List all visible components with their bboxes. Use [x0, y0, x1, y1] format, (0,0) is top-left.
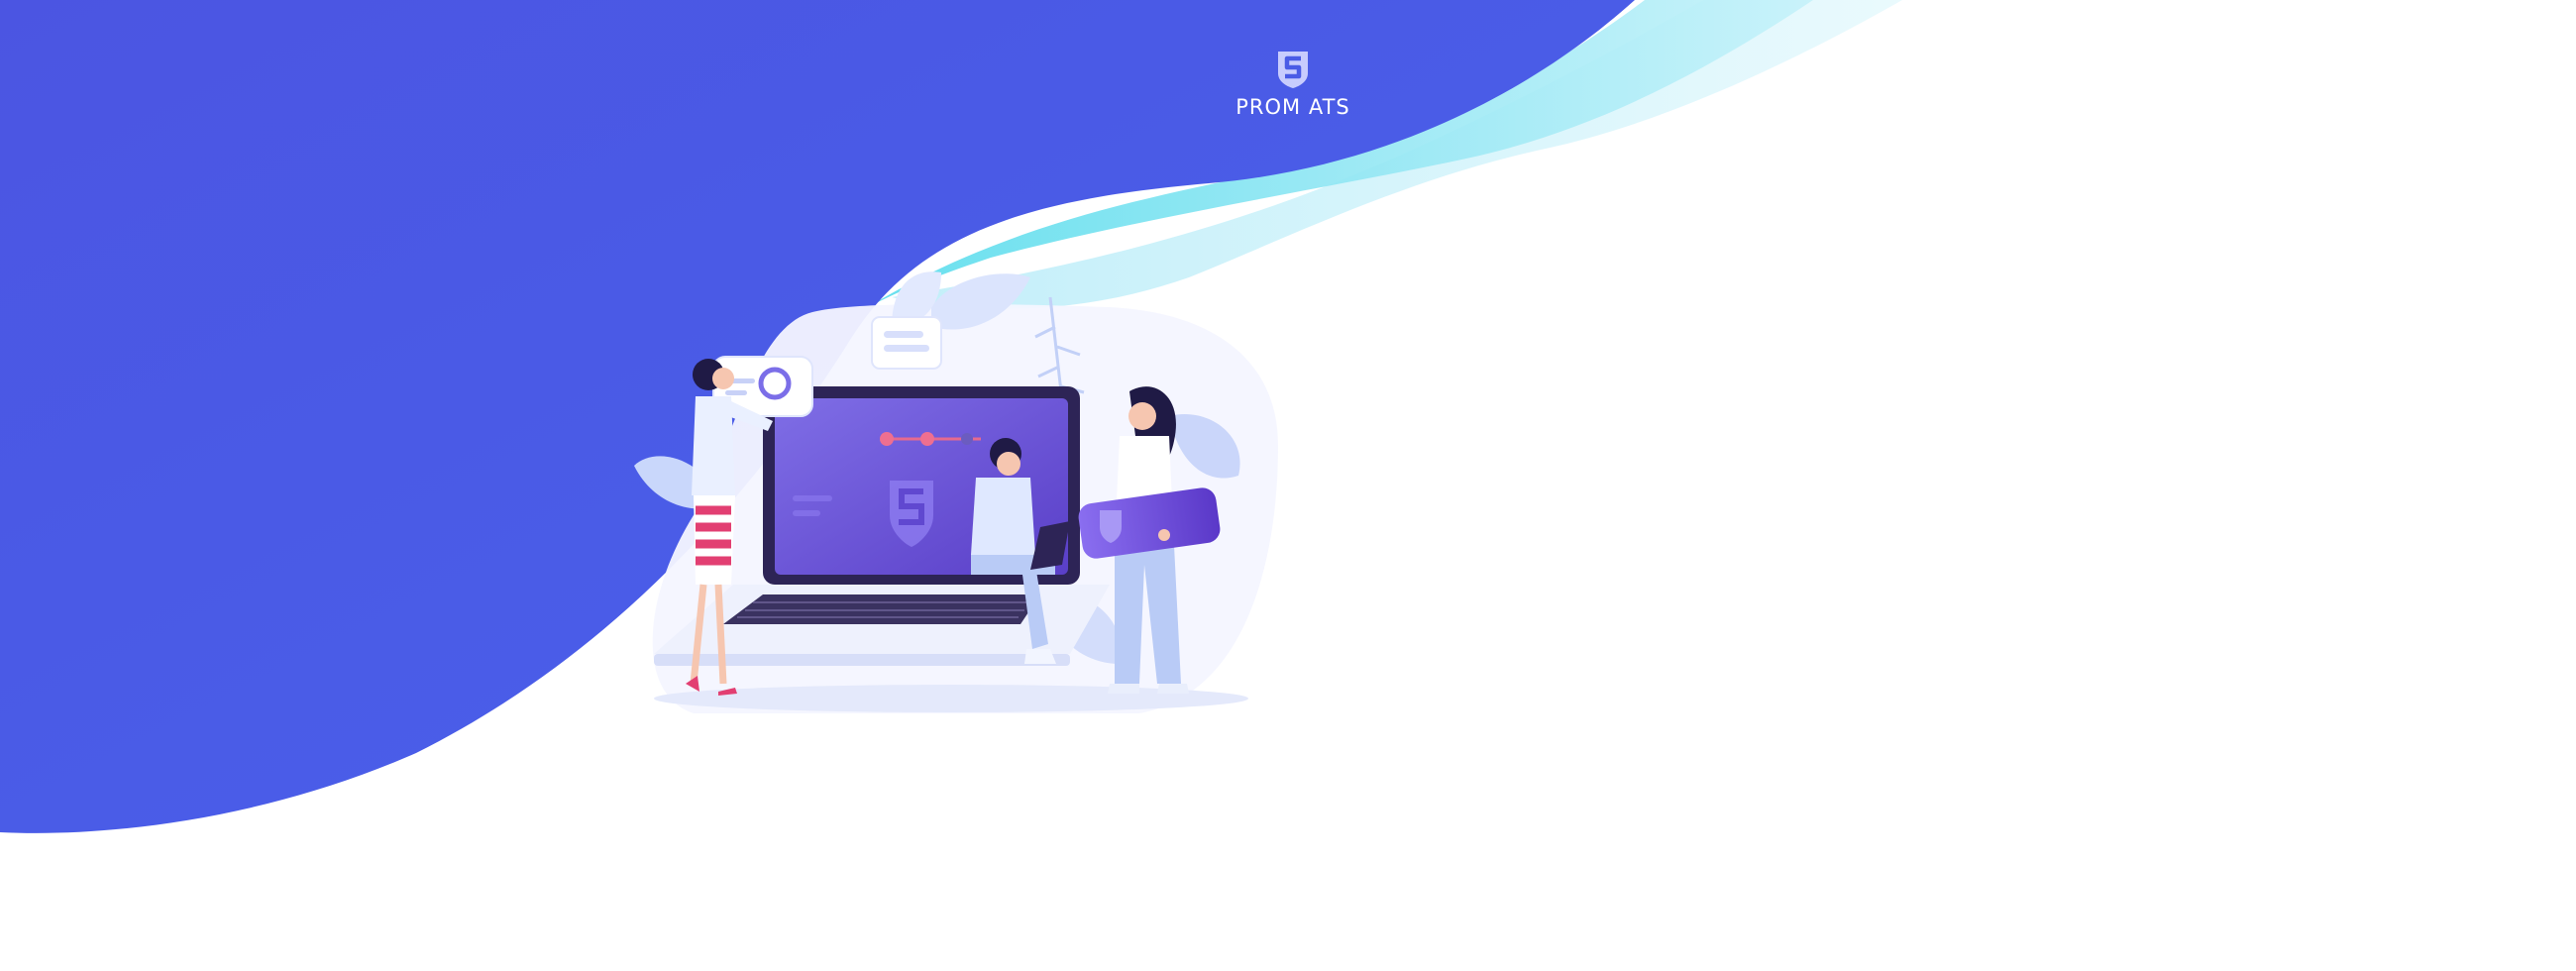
shield-s-logo-icon: [1278, 52, 1308, 88]
shield-card: [1078, 487, 1221, 559]
brand-logo[interactable]: PROM ATS: [1204, 50, 1382, 119]
leaf-top: [931, 273, 1030, 330]
keyboard: [723, 594, 1040, 624]
hero-background: [0, 0, 1902, 833]
team-working-laptop-illustration: [634, 271, 1248, 712]
laptop-front: [654, 654, 1070, 666]
floating-message-card: [871, 316, 942, 370]
palm-leaf-right: [1169, 414, 1240, 479]
landing-hero: PROM ATS: [0, 0, 2576, 971]
brand-name: PROM ATS: [1235, 95, 1350, 119]
